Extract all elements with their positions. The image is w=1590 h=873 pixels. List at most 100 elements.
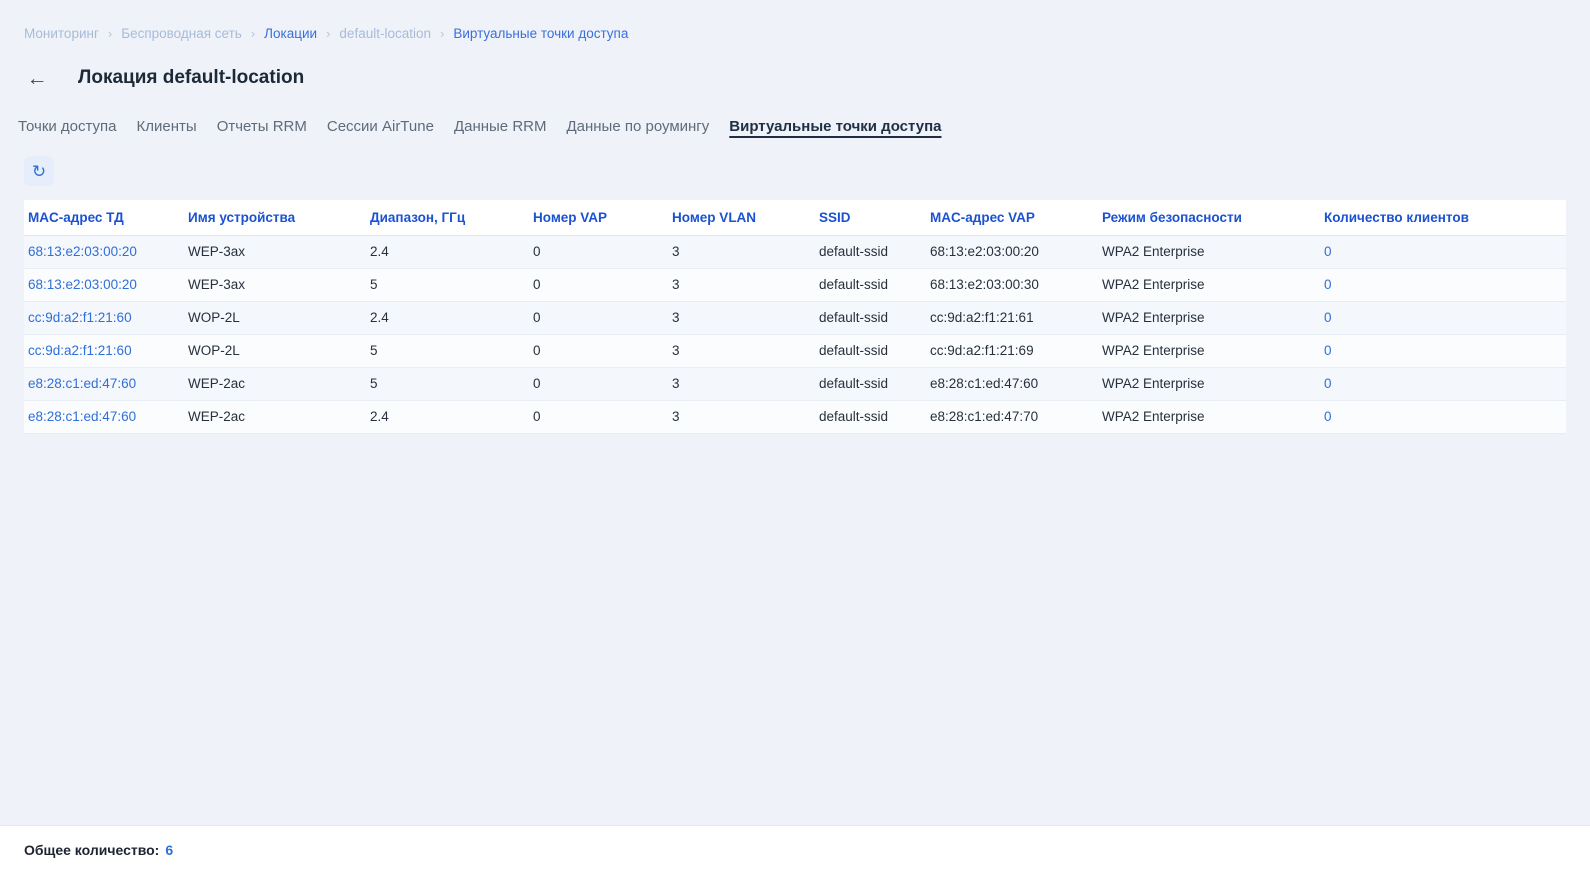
column-header-security-mode[interactable]: Режим безопасности bbox=[1098, 200, 1320, 235]
cell-mac-vap: 68:13:e2:03:00:30 bbox=[926, 268, 1098, 301]
cell-ssid: default-ssid bbox=[815, 334, 926, 367]
vap-table: MAC-адрес ТД Имя устройства Диапазон, ГГ… bbox=[24, 200, 1566, 434]
tab-rrm-data[interactable]: Данные RRM bbox=[454, 116, 547, 139]
tab-airtune-sessions[interactable]: Сессии AirTune bbox=[327, 116, 434, 139]
refresh-icon: ↻ bbox=[32, 163, 46, 180]
breadcrumb-item-locations[interactable]: Локации bbox=[264, 26, 317, 41]
page-header: ← Локация default-location bbox=[0, 65, 1590, 91]
cell-vap-number: 0 bbox=[529, 334, 668, 367]
refresh-button[interactable]: ↻ bbox=[24, 156, 54, 186]
breadcrumb-item-default-location[interactable]: default-location bbox=[339, 26, 431, 41]
cell-mac-vap: e8:28:c1:ed:47:60 bbox=[926, 367, 1098, 400]
cell-client-count[interactable]: 0 bbox=[1320, 334, 1566, 367]
total-count-label: Общее количество: bbox=[24, 842, 159, 858]
cell-vlan-number: 3 bbox=[668, 400, 815, 433]
cell-device-name: WEP-2ac bbox=[184, 367, 366, 400]
cell-ssid: default-ssid bbox=[815, 235, 926, 268]
tab-virtual-access-points[interactable]: Виртуальные точки доступа bbox=[729, 116, 941, 139]
cell-ssid: default-ssid bbox=[815, 268, 926, 301]
cell-vap-number: 0 bbox=[529, 400, 668, 433]
tab-access-points[interactable]: Точки доступа bbox=[18, 116, 117, 139]
column-header-mac-ap[interactable]: MAC-адрес ТД bbox=[24, 200, 184, 235]
cell-band: 2.4 bbox=[366, 301, 529, 334]
footer-bar: Общее количество: 6 bbox=[0, 825, 1590, 873]
table-row: 68:13:e2:03:00:20 WEP-3ax 2.4 0 3 defaul… bbox=[24, 235, 1566, 268]
toolbar: ↻ bbox=[0, 156, 1590, 186]
column-header-band[interactable]: Диапазон, ГГц bbox=[366, 200, 529, 235]
cell-mac-vap: 68:13:e2:03:00:20 bbox=[926, 235, 1098, 268]
cell-security-mode: WPA2 Enterprise bbox=[1098, 367, 1320, 400]
table-row: e8:28:c1:ed:47:60 WEP-2ac 5 0 3 default-… bbox=[24, 367, 1566, 400]
table-row: cc:9d:a2:f1:21:60 WOP-2L 5 0 3 default-s… bbox=[24, 334, 1566, 367]
cell-device-name: WEP-3ax bbox=[184, 235, 366, 268]
cell-vlan-number: 3 bbox=[668, 367, 815, 400]
breadcrumb: Мониторинг › Беспроводная сеть › Локации… bbox=[0, 0, 1590, 41]
cell-client-count[interactable]: 0 bbox=[1320, 268, 1566, 301]
cell-vlan-number: 3 bbox=[668, 301, 815, 334]
cell-mac-ap[interactable]: cc:9d:a2:f1:21:60 bbox=[24, 334, 184, 367]
cell-vap-number: 0 bbox=[529, 301, 668, 334]
cell-band: 2.4 bbox=[366, 400, 529, 433]
cell-client-count[interactable]: 0 bbox=[1320, 301, 1566, 334]
cell-vlan-number: 3 bbox=[668, 235, 815, 268]
column-header-device-name[interactable]: Имя устройства bbox=[184, 200, 366, 235]
breadcrumb-separator-icon: › bbox=[440, 26, 444, 41]
cell-device-name: WEP-3ax bbox=[184, 268, 366, 301]
cell-security-mode: WPA2 Enterprise bbox=[1098, 268, 1320, 301]
cell-mac-ap[interactable]: 68:13:e2:03:00:20 bbox=[24, 235, 184, 268]
cell-mac-ap[interactable]: 68:13:e2:03:00:20 bbox=[24, 268, 184, 301]
cell-mac-ap[interactable]: e8:28:c1:ed:47:60 bbox=[24, 400, 184, 433]
cell-security-mode: WPA2 Enterprise bbox=[1098, 334, 1320, 367]
cell-ssid: default-ssid bbox=[815, 400, 926, 433]
column-header-ssid[interactable]: SSID bbox=[815, 200, 926, 235]
table-row: cc:9d:a2:f1:21:60 WOP-2L 2.4 0 3 default… bbox=[24, 301, 1566, 334]
page-title: Локация default-location bbox=[78, 67, 304, 89]
column-header-vap-number[interactable]: Номер VAP bbox=[529, 200, 668, 235]
cell-client-count[interactable]: 0 bbox=[1320, 367, 1566, 400]
breadcrumb-separator-icon: › bbox=[251, 26, 255, 41]
cell-device-name: WOP-2L bbox=[184, 301, 366, 334]
table-header: MAC-адрес ТД Имя устройства Диапазон, ГГ… bbox=[24, 200, 1566, 235]
cell-band: 5 bbox=[366, 268, 529, 301]
tab-rrm-reports[interactable]: Отчеты RRM bbox=[217, 116, 307, 139]
cell-vap-number: 0 bbox=[529, 235, 668, 268]
table-row: e8:28:c1:ed:47:60 WEP-2ac 2.4 0 3 defaul… bbox=[24, 400, 1566, 433]
cell-mac-vap: e8:28:c1:ed:47:70 bbox=[926, 400, 1098, 433]
cell-vap-number: 0 bbox=[529, 268, 668, 301]
cell-mac-ap[interactable]: cc:9d:a2:f1:21:60 bbox=[24, 301, 184, 334]
cell-device-name: WOP-2L bbox=[184, 334, 366, 367]
tab-bar: Точки доступа Клиенты Отчеты RRM Сессии … bbox=[0, 116, 1590, 139]
tab-clients[interactable]: Клиенты bbox=[137, 116, 197, 139]
cell-device-name: WEP-2ac bbox=[184, 400, 366, 433]
table-row: 68:13:e2:03:00:20 WEP-3ax 5 0 3 default-… bbox=[24, 268, 1566, 301]
page-content: Мониторинг › Беспроводная сеть › Локации… bbox=[0, 0, 1590, 825]
total-count-value: 6 bbox=[165, 842, 173, 858]
vap-table-wrapper: MAC-адрес ТД Имя устройства Диапазон, ГГ… bbox=[0, 200, 1590, 434]
cell-vlan-number: 3 bbox=[668, 268, 815, 301]
cell-security-mode: WPA2 Enterprise bbox=[1098, 400, 1320, 433]
breadcrumb-separator-icon: › bbox=[326, 26, 330, 41]
breadcrumb-item-wireless-network[interactable]: Беспроводная сеть bbox=[121, 26, 242, 41]
cell-band: 5 bbox=[366, 334, 529, 367]
cell-mac-vap: cc:9d:a2:f1:21:61 bbox=[926, 301, 1098, 334]
cell-band: 5 bbox=[366, 367, 529, 400]
cell-ssid: default-ssid bbox=[815, 301, 926, 334]
cell-mac-ap[interactable]: e8:28:c1:ed:47:60 bbox=[24, 367, 184, 400]
back-arrow-icon[interactable]: ← bbox=[24, 65, 50, 91]
tab-roaming-data[interactable]: Данные по роумингу bbox=[566, 116, 709, 139]
cell-band: 2.4 bbox=[366, 235, 529, 268]
cell-client-count[interactable]: 0 bbox=[1320, 400, 1566, 433]
column-header-mac-vap[interactable]: MAC-адрес VAP bbox=[926, 200, 1098, 235]
cell-ssid: default-ssid bbox=[815, 367, 926, 400]
table-body: 68:13:e2:03:00:20 WEP-3ax 2.4 0 3 defaul… bbox=[24, 235, 1566, 433]
column-header-client-count[interactable]: Количество клиентов bbox=[1320, 200, 1566, 235]
cell-security-mode: WPA2 Enterprise bbox=[1098, 301, 1320, 334]
column-header-vlan-number[interactable]: Номер VLAN bbox=[668, 200, 815, 235]
cell-vlan-number: 3 bbox=[668, 334, 815, 367]
cell-vap-number: 0 bbox=[529, 367, 668, 400]
breadcrumb-item-virtual-aps[interactable]: Виртуальные точки доступа bbox=[453, 26, 628, 41]
breadcrumb-item-monitoring[interactable]: Мониторинг bbox=[24, 26, 99, 41]
cell-security-mode: WPA2 Enterprise bbox=[1098, 235, 1320, 268]
cell-mac-vap: cc:9d:a2:f1:21:69 bbox=[926, 334, 1098, 367]
cell-client-count[interactable]: 0 bbox=[1320, 235, 1566, 268]
